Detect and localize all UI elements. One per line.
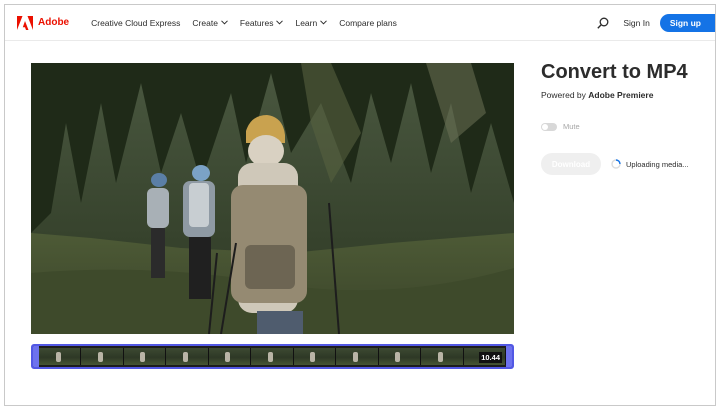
sign-up-button[interactable]: Sign up (659, 14, 715, 32)
timeline-thumbnail (378, 348, 422, 365)
timeline-thumbnail (293, 348, 337, 365)
search-icon[interactable] (597, 17, 609, 29)
timeline-thumbnail (39, 348, 82, 365)
adobe-logo-icon (17, 15, 33, 30)
top-nav: Adobe Creative Cloud Express Create Feat… (5, 5, 715, 41)
nav-item-features[interactable]: Features (240, 18, 284, 28)
chevron-down-icon (221, 20, 228, 25)
brand-name: Adobe (38, 17, 70, 28)
app-window: Adobe Creative Cloud Express Create Feat… (4, 4, 716, 406)
nav-links: Creative Cloud Express Create Features L… (91, 18, 409, 28)
trim-end-handle[interactable] (506, 346, 512, 367)
timeline-thumbnail (123, 348, 167, 365)
chevron-down-icon (320, 20, 328, 25)
timeline-thumbnail (336, 348, 379, 365)
mute-control[interactable]: Mute (541, 122, 580, 131)
mute-toggle[interactable] (541, 122, 557, 131)
nav-item-label: Features (239, 17, 274, 28)
trim-timeline[interactable]: 10.44 (31, 344, 514, 369)
upload-status: Uploading media... (611, 159, 689, 169)
video-preview[interactable] (31, 63, 514, 334)
upload-status-text: Uploading media... (626, 159, 689, 169)
nav-item-label: Learn (295, 17, 318, 28)
download-button[interactable]: Download (541, 153, 601, 175)
nav-item-compare-plans[interactable]: Compare plans (339, 18, 397, 28)
mute-label: Mute (563, 122, 580, 131)
timeline-thumbnail (421, 348, 464, 365)
duration-label: 10.44 (479, 352, 502, 363)
powered-by: Powered by Adobe Premiere (541, 90, 653, 100)
nav-item-label: Create (192, 17, 218, 28)
nav-actions: Sign In Sign up (597, 5, 715, 41)
timeline-thumbnail (208, 348, 252, 365)
sign-in-link[interactable]: Sign In (623, 18, 649, 28)
chevron-down-icon (276, 20, 284, 25)
brand[interactable]: Adobe (17, 15, 70, 30)
timeline-thumbnails (39, 348, 506, 365)
video-frame-image (31, 63, 514, 334)
powered-by-brand: Adobe Premiere (588, 90, 654, 100)
nav-item-creative-cloud-express[interactable]: Creative Cloud Express (91, 18, 180, 28)
nav-item-learn[interactable]: Learn (295, 17, 328, 28)
timeline-thumbnail (166, 348, 209, 365)
timeline-thumbnail (251, 348, 294, 365)
nav-item-label: Creative Cloud Express (91, 17, 181, 28)
timeline-thumbnail (81, 348, 124, 365)
nav-item-label: Compare plans (339, 17, 397, 28)
page-title: Convert to MP4 (541, 61, 688, 83)
nav-item-create[interactable]: Create (192, 18, 228, 28)
spinner-icon (611, 159, 621, 169)
powered-by-prefix: Powered by (541, 90, 589, 100)
